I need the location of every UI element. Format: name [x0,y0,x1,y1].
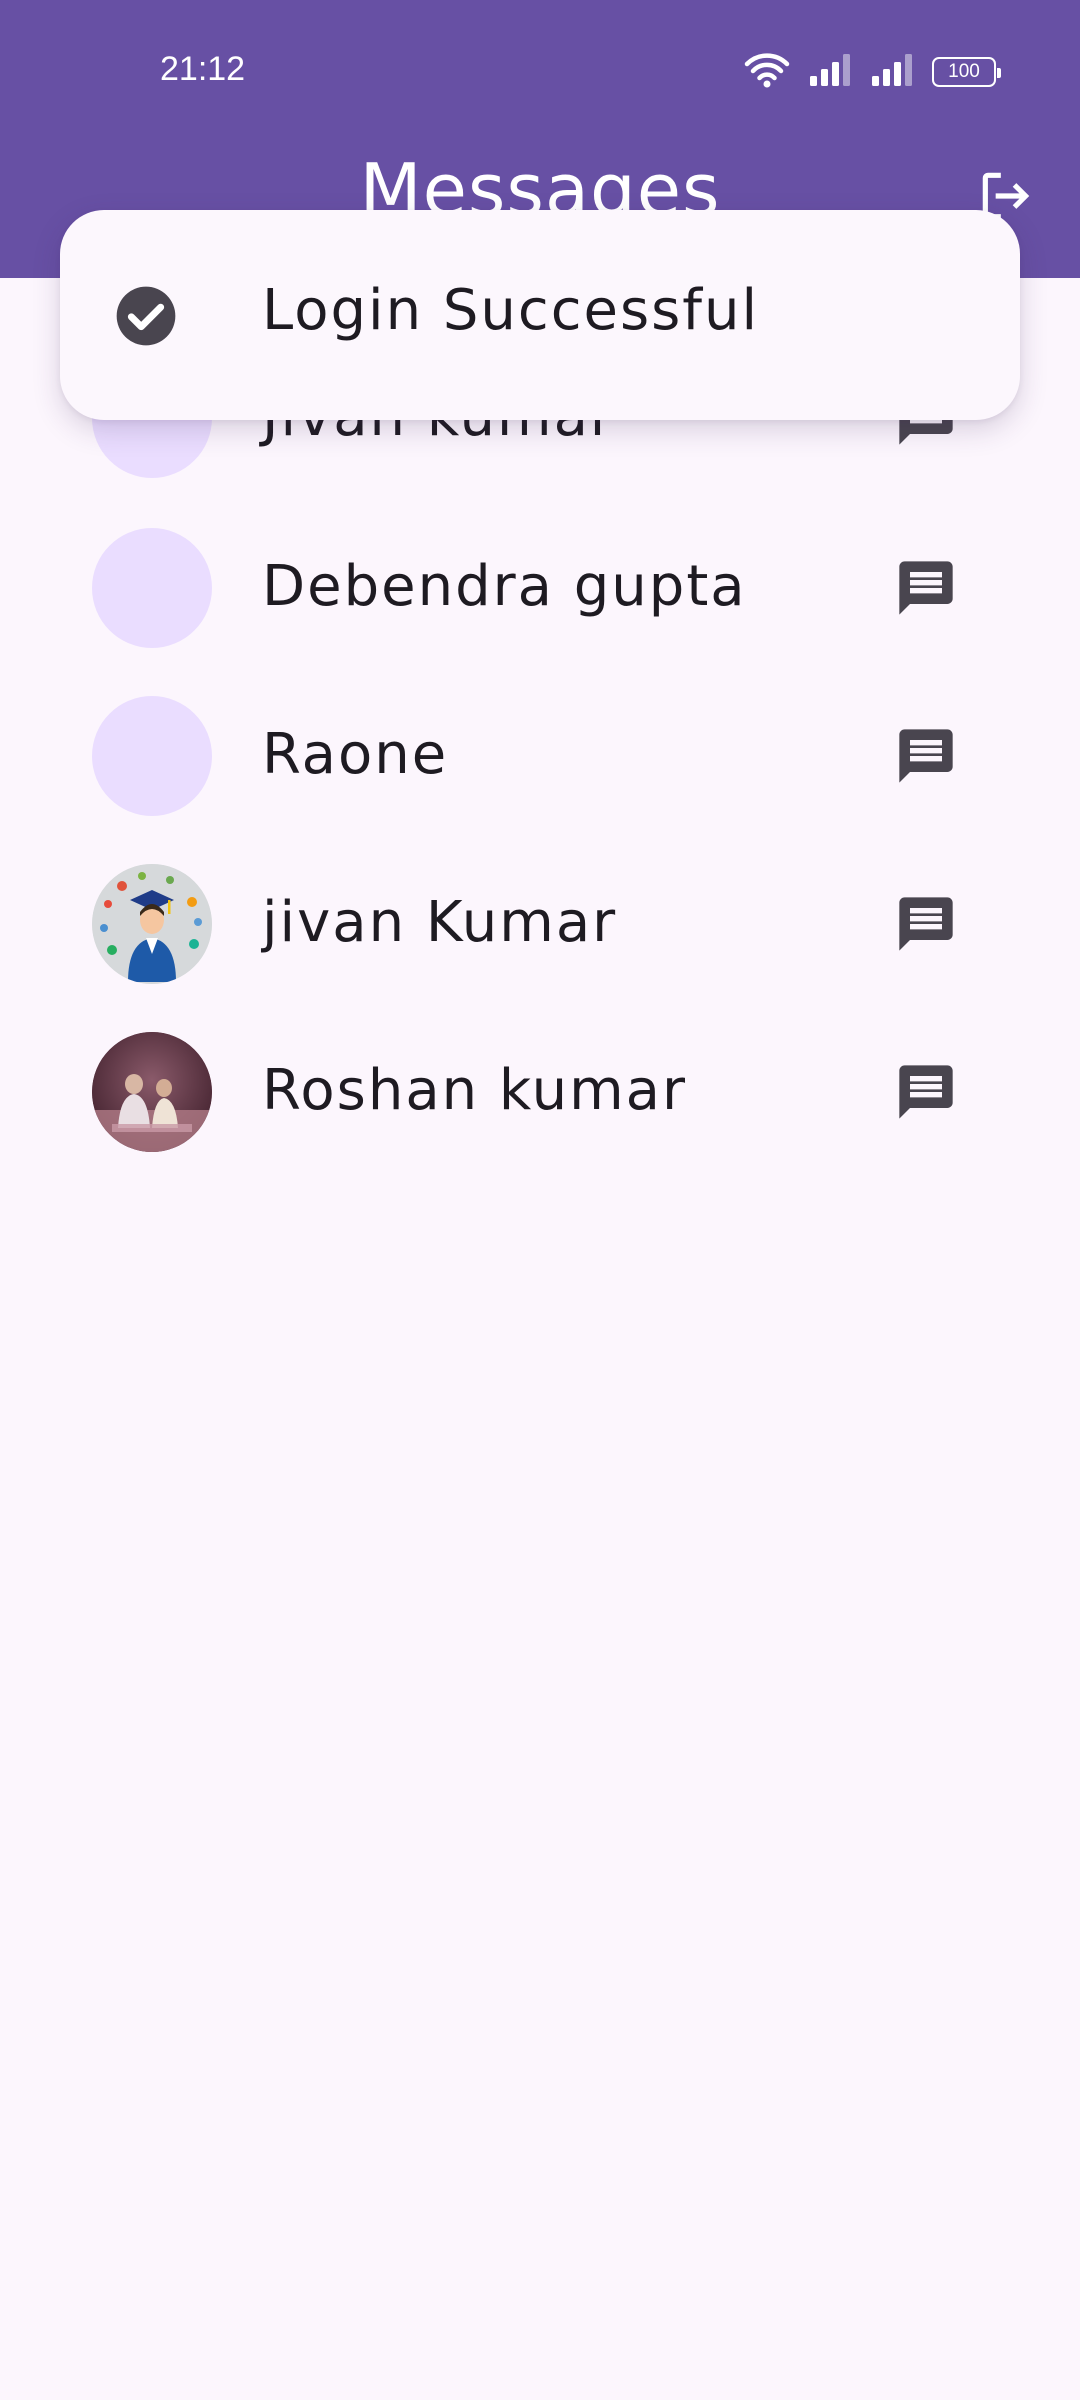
signal-icon [808,52,852,92]
battery-icon: 100 [932,57,1001,87]
contact-row[interactable]: Roshan kumar [0,1008,1080,1176]
battery-level: 100 [948,61,980,82]
toast-message: Login Successful [262,278,760,343]
avatar [92,528,212,648]
contact-name: Raone [262,722,449,787]
chat-icon[interactable] [890,552,962,624]
contact-row[interactable]: Raone [0,672,1080,840]
status-time: 21:12 [160,50,246,88]
avatar-photo [92,1032,212,1152]
chat-icon[interactable] [890,888,962,960]
contact-name: Debendra gupta [262,554,747,619]
chat-icon[interactable] [890,1056,962,1128]
status-bar: 21:12 100 [0,0,1080,140]
contact-name: Roshan kumar [262,1058,688,1123]
signal-icon [870,52,914,92]
check-circle-icon [116,286,176,346]
avatar [92,696,212,816]
status-icons: 100 [744,51,1001,93]
wifi-icon [744,51,790,93]
chat-icon[interactable] [890,720,962,792]
contact-name: jivan Kumar [262,890,618,955]
avatar-photo [92,864,212,984]
contact-row[interactable]: Debendra gupta [0,504,1080,672]
contact-row[interactable]: jivan Kumar [0,840,1080,1008]
